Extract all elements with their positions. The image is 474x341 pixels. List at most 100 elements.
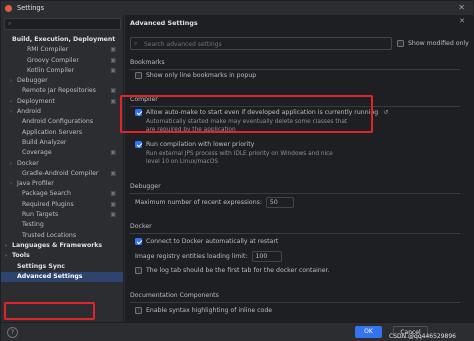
highlight-box-compiler (120, 95, 373, 133)
sidebar-item-label: Build Analyzer (22, 138, 67, 146)
divider (130, 302, 460, 303)
window-close-icon[interactable]: ✕ (458, 3, 465, 12)
checkbox[interactable] (397, 40, 404, 47)
panel-close-icon[interactable]: ✕ (459, 17, 465, 25)
reset-icon[interactable]: ↺ (383, 109, 388, 116)
sidebar-item-label: Application Servers (22, 128, 83, 136)
sidebar-item[interactable]: Groovy Compiler ▣ (1, 56, 123, 66)
sidebar-item[interactable]: Required Plugins ▣ (1, 200, 123, 210)
sidebar-item-label: Android (17, 108, 41, 116)
section-title: Docker (130, 223, 152, 230)
sidebar-item[interactable]: › Debugger (1, 76, 123, 86)
sidebar-item[interactable]: › Deployment ▣ (1, 97, 123, 107)
sidebar-item-label: Coverage (22, 149, 52, 157)
chevron-right-icon[interactable]: › (5, 241, 12, 251)
sidebar-item[interactable]: › Tools (1, 251, 123, 261)
sidebar-item-label: Testing (22, 221, 44, 229)
sidebar-item[interactable]: Package Search ▣ (1, 189, 123, 199)
show-modified-only-checkbox[interactable]: Show modified only (397, 40, 469, 47)
sidebar-item[interactable]: › Docker (1, 159, 123, 169)
sidebar-item-label: Run Targets (22, 211, 59, 219)
project-config-icon: ▣ (110, 66, 116, 74)
sidebar-item[interactable]: › Java Profiler (1, 179, 123, 189)
sidebar-item[interactable]: Build, Execution, Deployment (1, 35, 123, 45)
sidebar-item[interactable]: Settings Sync (1, 262, 123, 272)
sidebar-item[interactable]: Android Configurations (1, 117, 123, 127)
chevron-right-icon[interactable]: › (10, 107, 17, 117)
sidebar-item[interactable]: Build Analyzer (1, 138, 123, 148)
recent-expressions-input[interactable]: 50 (265, 197, 294, 208)
checkbox[interactable] (135, 307, 142, 314)
chevron-right-icon[interactable]: › (10, 159, 17, 169)
sidebar-item[interactable]: RMI Compiler ▣ (1, 45, 123, 55)
checkbox-checked[interactable] (135, 238, 142, 245)
help-icon[interactable]: ? (7, 327, 18, 338)
sidebar-item-label: Required Plugins (22, 200, 74, 208)
checkbox[interactable] (135, 267, 142, 274)
chevron-right-icon[interactable]: › (10, 76, 17, 86)
sidebar-item-label: Deployment (17, 97, 55, 105)
section-bookmarks: Bookmarks (130, 59, 460, 70)
sidebar-item[interactable]: Testing (1, 220, 123, 230)
sidebar-item-label: Docker (17, 159, 39, 167)
option-label: Maximum number of recent expressions: (135, 199, 262, 206)
app-icon (5, 4, 12, 12)
sidebar-item[interactable]: Run Targets ▣ (1, 210, 123, 220)
option-log-tab-first[interactable]: The log tab should be the first tab for … (135, 267, 330, 274)
dialog-footer: ? OK Cancel CSDN @qq446529896 (1, 322, 474, 341)
registry-limit-input[interactable]: 100 (251, 251, 282, 262)
option-docker-connect[interactable]: Connect to Docker automatically at resta… (135, 238, 278, 245)
chevron-right-icon[interactable]: › (5, 251, 12, 261)
chevron-right-icon[interactable]: › (10, 179, 17, 189)
sidebar-item-label: Remote Jar Repositories (22, 87, 96, 95)
sidebar-item-label: RMI Compiler (27, 46, 69, 54)
sidebar-item-label: Groovy Compiler (27, 56, 79, 64)
sidebar-item[interactable]: › Android (1, 107, 123, 117)
project-config-icon: ▣ (110, 56, 116, 64)
option-line-bookmarks[interactable]: Show only line bookmarks in popup (135, 72, 256, 79)
option-description: level 10 on Linux/macOS (146, 159, 219, 165)
search-icon: ⌕ (8, 20, 12, 27)
sidebar-item[interactable]: Trusted Locations (1, 231, 123, 241)
sidebar-item[interactable]: Application Servers (1, 128, 123, 138)
sidebar-item[interactable]: Remote Jar Repositories ▣ (1, 86, 123, 96)
sidebar-item-label: Kotlin Compiler (27, 66, 75, 74)
option-label: Run compilation with lower priority (146, 141, 255, 148)
ok-button[interactable]: OK (355, 326, 382, 338)
title-bar: Settings ✕ (1, 1, 473, 15)
project-config-icon: ▣ (110, 169, 116, 177)
option-registry-limit: Image registry entities loading limit: 1… (135, 251, 282, 262)
project-config-icon: ▣ (110, 149, 116, 157)
option-lower-priority[interactable]: Run compilation with lower priority (135, 141, 254, 148)
sidebar-item[interactable]: Coverage ▣ (1, 148, 123, 158)
project-config-icon: ▣ (110, 200, 116, 208)
sidebar-item[interactable]: Kotlin Compiler ▣ (1, 66, 123, 76)
advanced-search-field[interactable]: ⌕ (130, 37, 392, 50)
divider (130, 233, 460, 234)
sidebar-search-input[interactable]: ⌕ (4, 18, 121, 30)
advanced-search-input[interactable] (144, 39, 384, 49)
search-icon: ⌕ (134, 40, 138, 47)
project-config-icon: ▣ (110, 211, 116, 219)
sidebar-item[interactable]: Advanced Settings (1, 271, 123, 283)
project-config-icon: ▣ (110, 87, 116, 95)
section-debugger: Debugger (130, 183, 460, 194)
sidebar-item-label: Settings Sync (17, 262, 65, 270)
section-documentation: Documentation Components (130, 292, 460, 303)
option-label: Show only line bookmarks in popup (146, 72, 257, 79)
highlight-box-advanced-settings (4, 302, 95, 320)
option-inline-code-highlighting[interactable]: Enable syntax highlighting of inline cod… (135, 307, 272, 314)
chevron-right-icon[interactable]: › (10, 97, 17, 107)
window-title: Settings (17, 4, 45, 12)
sidebar-item[interactable]: › Languages & Frameworks (1, 241, 123, 251)
project-config-icon: ▣ (110, 46, 116, 54)
settings-tree: Build, Execution, Deployment RMI Compiler… (1, 35, 123, 283)
checkbox-checked[interactable] (135, 141, 142, 148)
option-recent-expressions: Maximum number of recent expressions: 50 (135, 197, 294, 208)
sidebar-item-label: Package Search (22, 190, 71, 198)
sidebar-item-label: Java Profiler (17, 180, 54, 188)
checkbox[interactable] (135, 72, 142, 79)
option-label: Connect to Docker automatically at resta… (146, 238, 279, 245)
sidebar-item-label: Advanced Settings (17, 272, 83, 280)
sidebar-item[interactable]: Gradle-Android Compiler ▣ (1, 169, 123, 179)
